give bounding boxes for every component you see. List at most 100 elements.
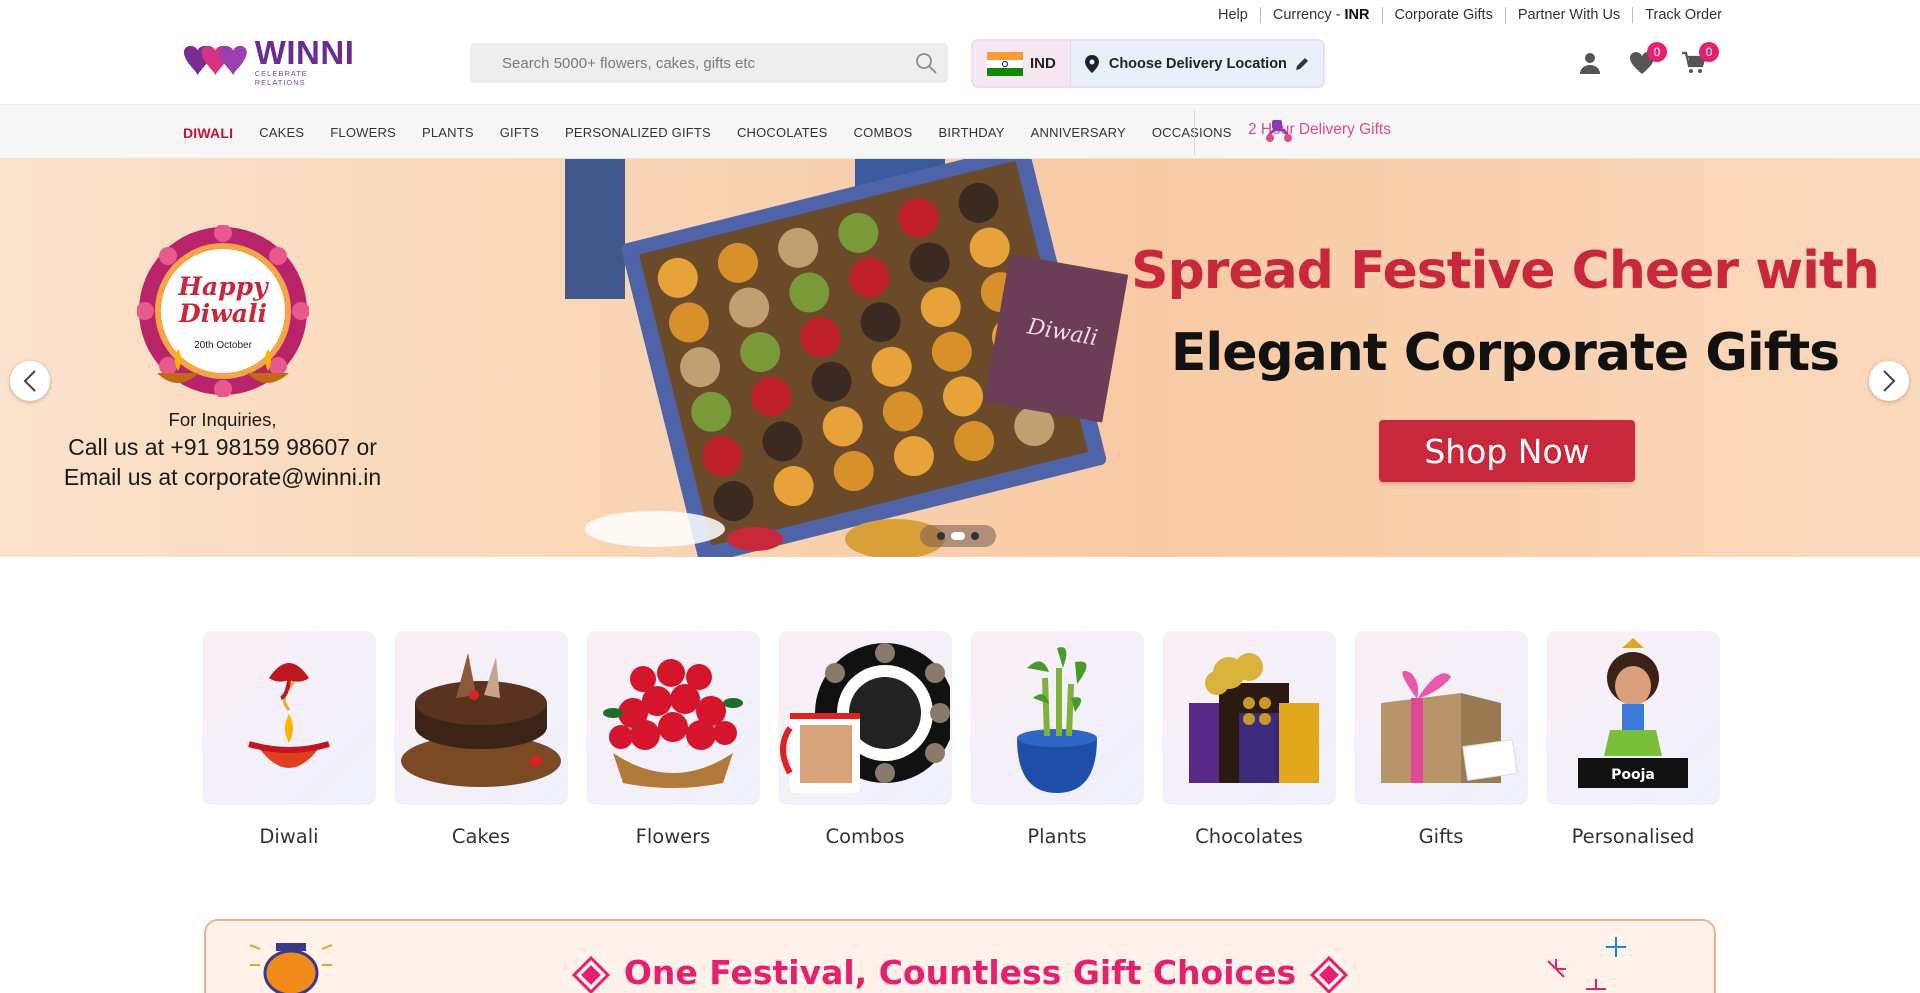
country-selector[interactable]: IND [973, 41, 1071, 86]
category-label: Personalised [1571, 825, 1695, 848]
headline-line2: Elegant Corporate Gifts [1170, 323, 1840, 383]
express-delivery-link[interactable]: 2 Hour Delivery Gifts [1248, 120, 1391, 142]
gift-box-icon [1354, 631, 1528, 805]
badge-happy-text: Happy [177, 272, 269, 301]
category-label: Diwali [259, 825, 319, 848]
chevron-right-icon [1883, 370, 1896, 392]
country-code: IND [1030, 55, 1056, 72]
nav-item-diwali[interactable]: DIWALI [183, 125, 233, 141]
category-gifts[interactable]: Gifts [1354, 631, 1528, 848]
scooter-icon [1266, 120, 1292, 142]
map-pin-icon [1084, 54, 1099, 73]
utility-links: Help Currency - INR Corporate Gifts Partn… [1206, 7, 1722, 23]
hero-banner[interactable]: Happy Diwali 20th October For Inquiries,… [0, 159, 1920, 557]
cart-count-badge: 0 [1699, 42, 1719, 62]
fireworks-icon [1547, 937, 1626, 990]
delivery-location-box[interactable]: IND Choose Delivery Location [973, 41, 1323, 86]
festival-title: One Festival, Countless Gift Choices [623, 953, 1297, 992]
banner-next-button[interactable] [1869, 361, 1909, 401]
help-link[interactable]: Help [1206, 7, 1261, 23]
diya-ganesha-icon [202, 631, 376, 805]
edit-pencil-icon [1295, 57, 1308, 70]
slide-indicator [920, 525, 996, 547]
search-bar [470, 43, 948, 83]
category-diwali[interactable]: Diwali [202, 631, 376, 848]
diamond-ornament-icon [571, 955, 610, 993]
nav-item-flowers[interactable]: FLOWERS [330, 125, 396, 140]
category-nav: DIWALI CAKES FLOWERS PLANTS GIFTS PERSON… [0, 104, 1920, 159]
category-label: Chocolates [1195, 825, 1303, 848]
badge-date-text: 20th October [194, 340, 252, 351]
category-grid: Diwali Cakes Flowers Combos Plants Choco… [202, 631, 1738, 848]
category-combos[interactable]: Combos [778, 631, 952, 848]
partner-link[interactable]: Partner With Us [1506, 7, 1634, 23]
happy-diwali-badge: Happy Diwali 20th October [137, 225, 309, 397]
category-plants[interactable]: Plants [970, 631, 1144, 848]
festival-gift-banner[interactable]: One Festival, Countless Gift Choices [204, 919, 1716, 993]
logo-wordmark: WINNI [254, 33, 355, 71]
category-label: Combos [825, 825, 905, 848]
inquiry-block: For Inquiries, Call us at +91 98159 9860… [40, 409, 405, 491]
nav-list: DIWALI CAKES FLOWERS PLANTS GIFTS PERSON… [183, 105, 1258, 160]
cart-button[interactable]: 0 [1679, 42, 1719, 78]
nav-item-combos[interactable]: COMBOS [854, 125, 913, 140]
currency-label: Currency - [1272, 7, 1341, 23]
bamboo-plant-icon [970, 631, 1144, 805]
rose-bouquet-icon [586, 631, 760, 805]
corporate-gifts-link[interactable]: Corporate Gifts [1383, 7, 1506, 23]
personalised-name-text: Pooja [1611, 767, 1655, 783]
choose-location-button[interactable]: Choose Delivery Location [1071, 41, 1309, 86]
sweets-gift-box-image: Diwali [565, 159, 1129, 557]
wishlist-button[interactable]: 0 [1627, 42, 1667, 78]
nav-item-personalized-gifts[interactable]: PERSONALIZED GIFTS [565, 125, 711, 140]
nav-item-chocolates[interactable]: CHOCOLATES [737, 125, 828, 140]
inquiry-phone: Call us at +91 98159 98607 or [68, 434, 377, 460]
nav-divider [1194, 110, 1195, 155]
account-button[interactable] [1575, 48, 1605, 78]
nav-item-occasions[interactable]: OCCASIONS [1152, 125, 1232, 140]
user-icon [1580, 53, 1600, 74]
winni-logo[interactable]: WINNI CELEBRATE RELATIONS [180, 36, 360, 87]
india-flag-icon [987, 51, 1023, 76]
slide-dot-1[interactable] [937, 532, 945, 540]
inquiry-heading: For Inquiries, [168, 409, 277, 430]
nav-item-cakes[interactable]: CAKES [259, 125, 304, 140]
banner-prev-button[interactable] [10, 361, 50, 401]
hearts-logo-icon [183, 45, 247, 76]
currency-code: INR [1344, 7, 1370, 23]
slide-dot-2[interactable] [951, 532, 965, 540]
nav-item-gifts[interactable]: GIFTS [500, 125, 539, 140]
category-flowers[interactable]: Flowers [586, 631, 760, 848]
category-label: Flowers [635, 825, 711, 848]
inquiry-email: Email us at corporate@winni.in [63, 464, 382, 490]
mug-clock-icon [778, 631, 952, 805]
chocolate-box-icon [1162, 631, 1336, 805]
category-label: Plants [1027, 825, 1087, 848]
nav-item-anniversary[interactable]: ANNIVERSARY [1031, 125, 1126, 140]
chevron-left-icon [23, 370, 36, 392]
logo-tagline: CELEBRATE RELATIONS [254, 68, 308, 87]
badge-diwali-text: Diwali [178, 299, 267, 328]
nav-item-birthday[interactable]: BIRTHDAY [939, 125, 1005, 140]
wishlist-count-badge: 0 [1647, 42, 1667, 62]
header-actions: 0 0 [1575, 42, 1731, 78]
category-label: Cakes [451, 825, 511, 848]
search-icon[interactable] [914, 51, 938, 75]
currency-selector[interactable]: Currency - INR [1261, 7, 1383, 23]
search-input[interactable] [470, 43, 870, 83]
headline-line1: Spread Festive Cheer with [1131, 241, 1880, 301]
category-label: Gifts [1418, 825, 1464, 848]
category-chocolates[interactable]: Chocolates [1162, 631, 1336, 848]
location-label: Choose Delivery Location [1108, 55, 1287, 72]
utility-bar: Help Currency - INR Corporate Gifts Partn… [0, 0, 1920, 30]
category-cakes[interactable]: Cakes [394, 631, 568, 848]
category-personalised[interactable]: Pooja Personalised [1546, 631, 1720, 848]
shop-now-button[interactable]: Shop Now [1379, 420, 1635, 482]
nav-item-plants[interactable]: PLANTS [422, 125, 474, 140]
slide-dot-3[interactable] [971, 532, 979, 540]
diamond-ornament-icon [1310, 955, 1349, 993]
cake-icon [394, 631, 568, 805]
caricature-icon: Pooja [1546, 631, 1720, 805]
track-order-link[interactable]: Track Order [1633, 7, 1722, 23]
festival-title-row: One Festival, Countless Gift Choices [206, 953, 1714, 993]
